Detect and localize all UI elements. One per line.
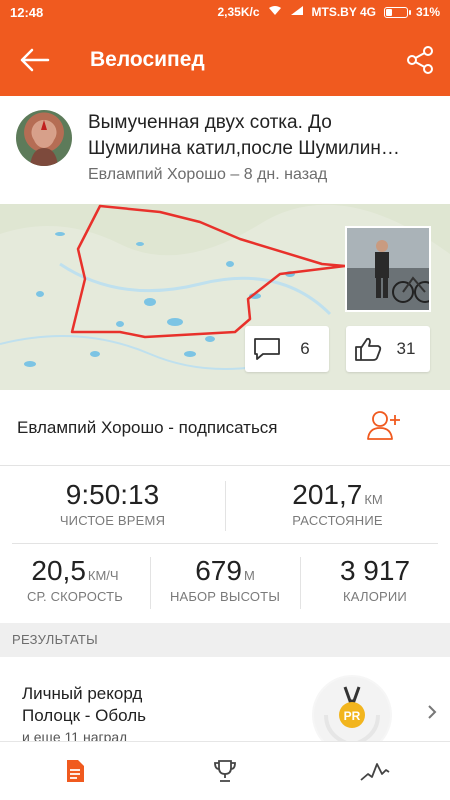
follow-text: Евлампий Хорошо - подписаться <box>17 417 278 437</box>
achievement-segment: Полоцк - Оболь <box>22 706 146 725</box>
elevation-unit: М <box>243 568 255 583</box>
achievement-row[interactable]: Личный рекорд Полоцк - Оболь и еще 11 на… <box>0 657 450 741</box>
distance-unit: КМ <box>364 492 383 507</box>
add-user-icon[interactable] <box>366 409 402 446</box>
achievement-text: Личный рекорд Полоцк - Оболь <box>22 683 146 727</box>
activity-header: Вымученная двух сотка. До Шумилина катил… <box>0 96 450 204</box>
bottom-navigation <box>0 741 450 800</box>
battery-icon <box>383 6 411 18</box>
calories-label: КАЛОРИИ <box>343 589 407 604</box>
trophy-icon <box>214 760 236 782</box>
kudos-count: 31 <box>396 339 416 358</box>
network-speed: 2,35K/c <box>217 5 260 19</box>
document-icon <box>67 760 84 782</box>
activity-graph-icon <box>360 763 390 781</box>
back-button[interactable] <box>0 24 70 96</box>
achievement-more: и еще 11 наград <box>22 729 128 741</box>
avg-speed-label: СР. СКОРОСТЬ <box>26 589 124 604</box>
signal-icon <box>290 5 304 19</box>
stat-moving-time: 9:50:13 ЧИСТОЕ ВРЕМЯ <box>0 467 225 543</box>
activity-title: Вымученная двух сотка. До Шумилина катил… <box>88 110 438 162</box>
stat-avg-speed: 20,5 КМ/Ч СР. СКОРОСТЬ <box>0 543 150 623</box>
activity-title-line2: Шумилина катил,после Шумилин… <box>88 138 400 159</box>
status-bar: 12:48 2,35K/c MTS.BY 4G 31% <box>0 0 450 24</box>
stat-divider <box>150 557 151 609</box>
stat-calories: 3 917 КАЛОРИИ <box>300 543 450 623</box>
tab-achievements[interactable] <box>150 742 300 800</box>
medal-badge: PR <box>312 675 392 741</box>
battery-percent: 31% <box>415 5 440 19</box>
stats-row-secondary: 20,5 КМ/Ч СР. СКОРОСТЬ 679 М НАБОР ВЫСОТЫ … <box>0 543 450 623</box>
thumbs-up-icon <box>346 336 390 362</box>
activity-photo[interactable] <box>345 226 431 312</box>
calories-value: 3 917 <box>339 555 411 586</box>
app-bar: Велосипед <box>0 24 450 96</box>
moving-time-label: ЧИСТОЕ ВРЕМЯ <box>59 513 166 528</box>
distance-label: РАССТОЯНИЕ <box>292 513 383 528</box>
results-section-header: РЕЗУЛЬТАТЫ <box>0 623 450 657</box>
wifi-icon <box>268 5 282 19</box>
route-map[interactable]: 6 31 <box>0 204 450 390</box>
activity-meta: Евлампий Хорошо – 8 дн. назад <box>88 166 328 183</box>
elevation-value: 679 <box>195 555 242 586</box>
activity-title-line1: Вымученная двух сотка. До <box>88 112 332 133</box>
comments-button[interactable]: 6 <box>245 326 329 372</box>
stat-divider <box>300 557 301 609</box>
tab-overview[interactable] <box>0 742 150 800</box>
carrier-name: MTS.BY 4G <box>311 5 376 19</box>
stat-elevation: 679 М НАБОР ВЫСОТЫ <box>150 543 300 623</box>
stat-distance: 201,7 КМ РАССТОЯНИЕ <box>225 467 450 543</box>
page-title: Велосипед <box>90 48 205 71</box>
distance-value: 201,7 <box>292 479 363 510</box>
follow-row[interactable]: Евлампий Хорошо - подписаться <box>0 390 450 466</box>
back-arrow-icon <box>20 48 50 72</box>
achievement-title: Личный рекорд <box>22 684 143 703</box>
athlete-avatar[interactable] <box>16 110 72 166</box>
share-button[interactable] <box>390 24 450 96</box>
pr-badge-text: PR <box>344 709 361 723</box>
elevation-label: НАБОР ВЫСОТЫ <box>169 589 281 604</box>
stat-divider <box>225 481 226 531</box>
battery-level <box>385 8 392 16</box>
status-time: 12:48 <box>10 4 44 20</box>
share-icon <box>407 46 433 74</box>
tab-analysis[interactable] <box>300 742 450 800</box>
comments-count: 6 <box>300 339 310 358</box>
chevron-right-icon[interactable] <box>426 703 438 726</box>
kudos-button[interactable]: 31 <box>346 326 430 372</box>
avg-speed-unit: КМ/Ч <box>87 568 119 583</box>
avg-speed-value: 20,5 <box>31 555 86 586</box>
moving-time-value: 9:50:13 <box>65 479 160 510</box>
comment-icon <box>245 337 289 361</box>
